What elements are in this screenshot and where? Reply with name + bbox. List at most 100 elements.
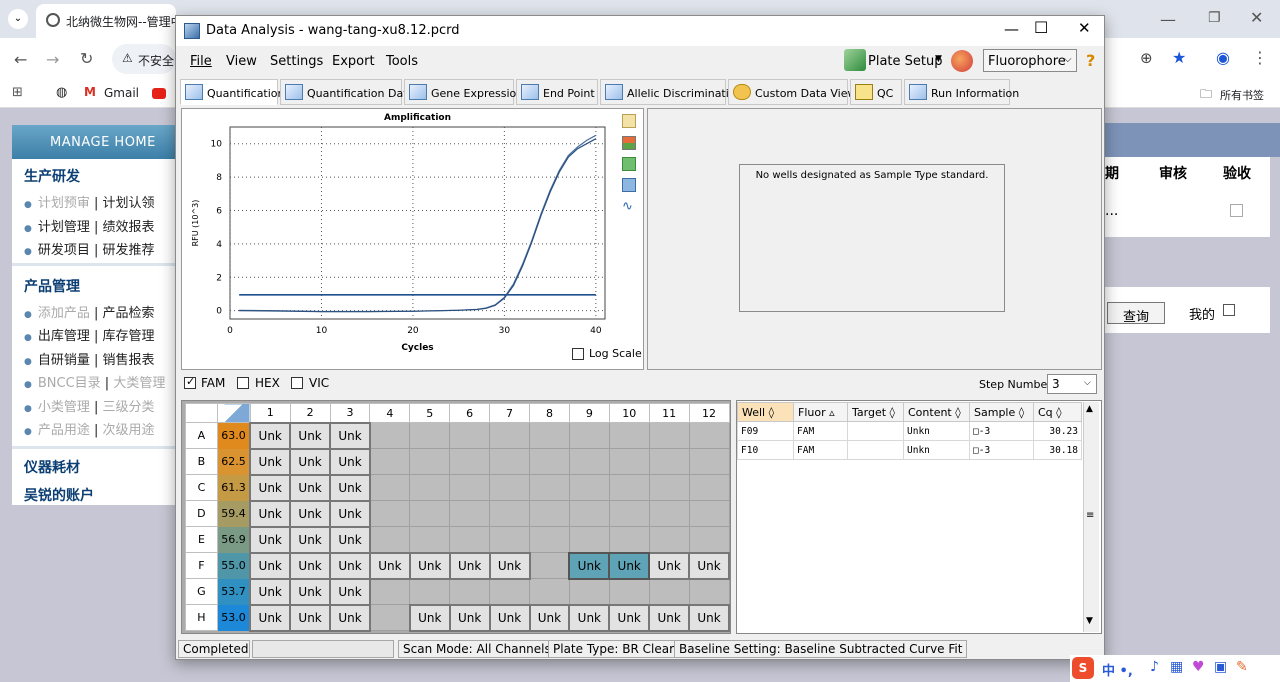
- plate-well[interactable]: Unk: [329, 499, 371, 528]
- plate-well[interactable]: [409, 474, 451, 501]
- plate-well[interactable]: Unk: [488, 551, 531, 580]
- sogou-icon[interactable]: S: [1072, 657, 1094, 679]
- plate-well[interactable]: [409, 422, 451, 449]
- plate-well[interactable]: Unk: [249, 551, 292, 580]
- bookmarks-all[interactable]: 所有书签: [1220, 87, 1264, 103]
- tab-quantification[interactable]: Quantification: [180, 79, 285, 105]
- plate-well[interactable]: Unk: [329, 473, 371, 502]
- close-browser-icon[interactable]: ✕: [1250, 8, 1263, 27]
- export-icon[interactable]: [622, 157, 636, 171]
- plate-well[interactable]: [568, 500, 610, 527]
- plate-well[interactable]: [449, 448, 491, 475]
- plate-col-header[interactable]: 7: [489, 403, 530, 423]
- plate-well[interactable]: [608, 526, 650, 553]
- plate-well[interactable]: [449, 578, 491, 605]
- plate-select-all[interactable]: [216, 403, 251, 423]
- ime-mode-icon[interactable]: 中 •,: [1102, 660, 1133, 679]
- bookmark-star-icon[interactable]: ★: [1172, 48, 1186, 67]
- link-instruments[interactable]: 仪器耗材: [24, 457, 80, 477]
- plate-row-header[interactable]: F: [185, 552, 218, 579]
- plate-well[interactable]: [688, 578, 730, 605]
- tools-icon[interactable]: ✎: [1236, 659, 1248, 675]
- plate-well[interactable]: Unk: [688, 603, 730, 632]
- plate-well[interactable]: [529, 526, 570, 553]
- plate-row-header[interactable]: C: [185, 474, 218, 501]
- tab-allelic-discrimination[interactable]: Allelic Discrimination: [600, 79, 743, 105]
- plate-well[interactable]: Unk: [648, 603, 691, 632]
- plate-well[interactable]: Unk: [488, 603, 531, 632]
- plate-well[interactable]: [568, 578, 610, 605]
- plate-well[interactable]: [688, 474, 730, 501]
- nav-line[interactable]: ● 添加产品 | 产品检索: [24, 302, 155, 321]
- plate-well[interactable]: Unk: [329, 447, 371, 476]
- forward-icon[interactable]: →: [46, 50, 59, 69]
- menu-view[interactable]: View: [226, 54, 257, 69]
- plate-well[interactable]: [648, 578, 690, 605]
- plate-well[interactable]: Unk: [289, 551, 332, 580]
- plate-well[interactable]: [369, 604, 411, 631]
- menu-icon[interactable]: ⋮: [1252, 48, 1268, 67]
- plate-col-header[interactable]: 2: [289, 403, 331, 423]
- plate-well[interactable]: Unk: [568, 551, 611, 580]
- plate-well[interactable]: [648, 448, 690, 475]
- plate-well[interactable]: Unk: [289, 603, 332, 632]
- plate-well[interactable]: Unk: [329, 603, 371, 632]
- plate-well[interactable]: Unk: [249, 473, 292, 502]
- plate-well[interactable]: [449, 526, 491, 553]
- plate-well[interactable]: Unk: [289, 447, 332, 476]
- back-icon[interactable]: ←: [14, 50, 27, 69]
- apps-icon[interactable]: ⊞: [12, 85, 23, 100]
- col-cq[interactable]: Cq ◊: [1033, 402, 1082, 422]
- plate-well[interactable]: [369, 448, 411, 475]
- curve-icon[interactable]: ∿: [622, 199, 633, 214]
- scroll-thumb-icon[interactable]: ≡: [1086, 510, 1094, 521]
- minimize-icon[interactable]: —: [1004, 20, 1019, 38]
- plate-well[interactable]: Unk: [448, 551, 491, 580]
- url-field[interactable]: ⚠ 不安全: [112, 44, 176, 74]
- plate-well[interactable]: [489, 526, 530, 553]
- reload-icon[interactable]: ↻: [80, 49, 93, 68]
- col-fluor[interactable]: Fluor ▵: [793, 402, 848, 422]
- mine-checkbox[interactable]: [1223, 304, 1235, 316]
- minimize-browser-icon[interactable]: —: [1160, 10, 1176, 29]
- col-content[interactable]: Content ◊: [903, 402, 970, 422]
- restore-browser-icon[interactable]: ❐: [1208, 10, 1221, 26]
- plate-well[interactable]: [409, 500, 451, 527]
- maximize-icon[interactable]: ☐: [1034, 18, 1048, 37]
- plate-col-header[interactable]: 10: [608, 403, 650, 423]
- plate-well[interactable]: [688, 448, 730, 475]
- plate-well[interactable]: [489, 474, 530, 501]
- copy-icon[interactable]: [622, 114, 636, 128]
- plate-well[interactable]: [648, 422, 690, 449]
- plate-well[interactable]: [608, 448, 650, 475]
- dropdown-arrow-icon[interactable]: ▼: [935, 54, 942, 64]
- tab-custom-data-view[interactable]: Custom Data View: [728, 79, 857, 105]
- plate-well[interactable]: [568, 422, 610, 449]
- plate-well[interactable]: [608, 474, 650, 501]
- plate-well[interactable]: Unk: [329, 577, 371, 606]
- plate-row-header[interactable]: E: [185, 526, 218, 553]
- plate-well[interactable]: Unk: [289, 525, 332, 554]
- tab-end-point[interactable]: End Point: [516, 79, 598, 105]
- plate-well[interactable]: Unk: [249, 603, 292, 632]
- close-icon[interactable]: ✕: [1078, 19, 1091, 37]
- hex-checkbox[interactable]: [237, 377, 249, 389]
- nav-line[interactable]: ● 出库管理 | 库存管理: [24, 325, 155, 344]
- plate-well[interactable]: Unk: [408, 551, 451, 580]
- plate-col-header[interactable]: 9: [568, 403, 610, 423]
- plate-well[interactable]: Unk: [528, 603, 571, 632]
- scroll-down-icon[interactable]: ▼: [1086, 616, 1093, 626]
- browser-tab[interactable]: 北纳微生物网--管理中: [36, 4, 183, 38]
- plate-well[interactable]: [529, 474, 570, 501]
- plate-well[interactable]: Unk: [289, 499, 332, 528]
- plate-row-header[interactable]: A: [185, 422, 218, 449]
- nav-line[interactable]: ● 小类管理 | 三级分类: [24, 396, 155, 415]
- plate-setup-button[interactable]: Plate Setup: [868, 54, 942, 69]
- mic-icon[interactable]: ♪: [1150, 659, 1159, 675]
- plate-well[interactable]: [608, 578, 650, 605]
- skin-icon[interactable]: ♥: [1192, 659, 1205, 675]
- plate-well[interactable]: Unk: [249, 447, 292, 476]
- plate-well[interactable]: Unk: [368, 551, 411, 580]
- query-button[interactable]: 查询: [1107, 302, 1165, 325]
- tab-gene-expression[interactable]: Gene Expression: [404, 79, 523, 105]
